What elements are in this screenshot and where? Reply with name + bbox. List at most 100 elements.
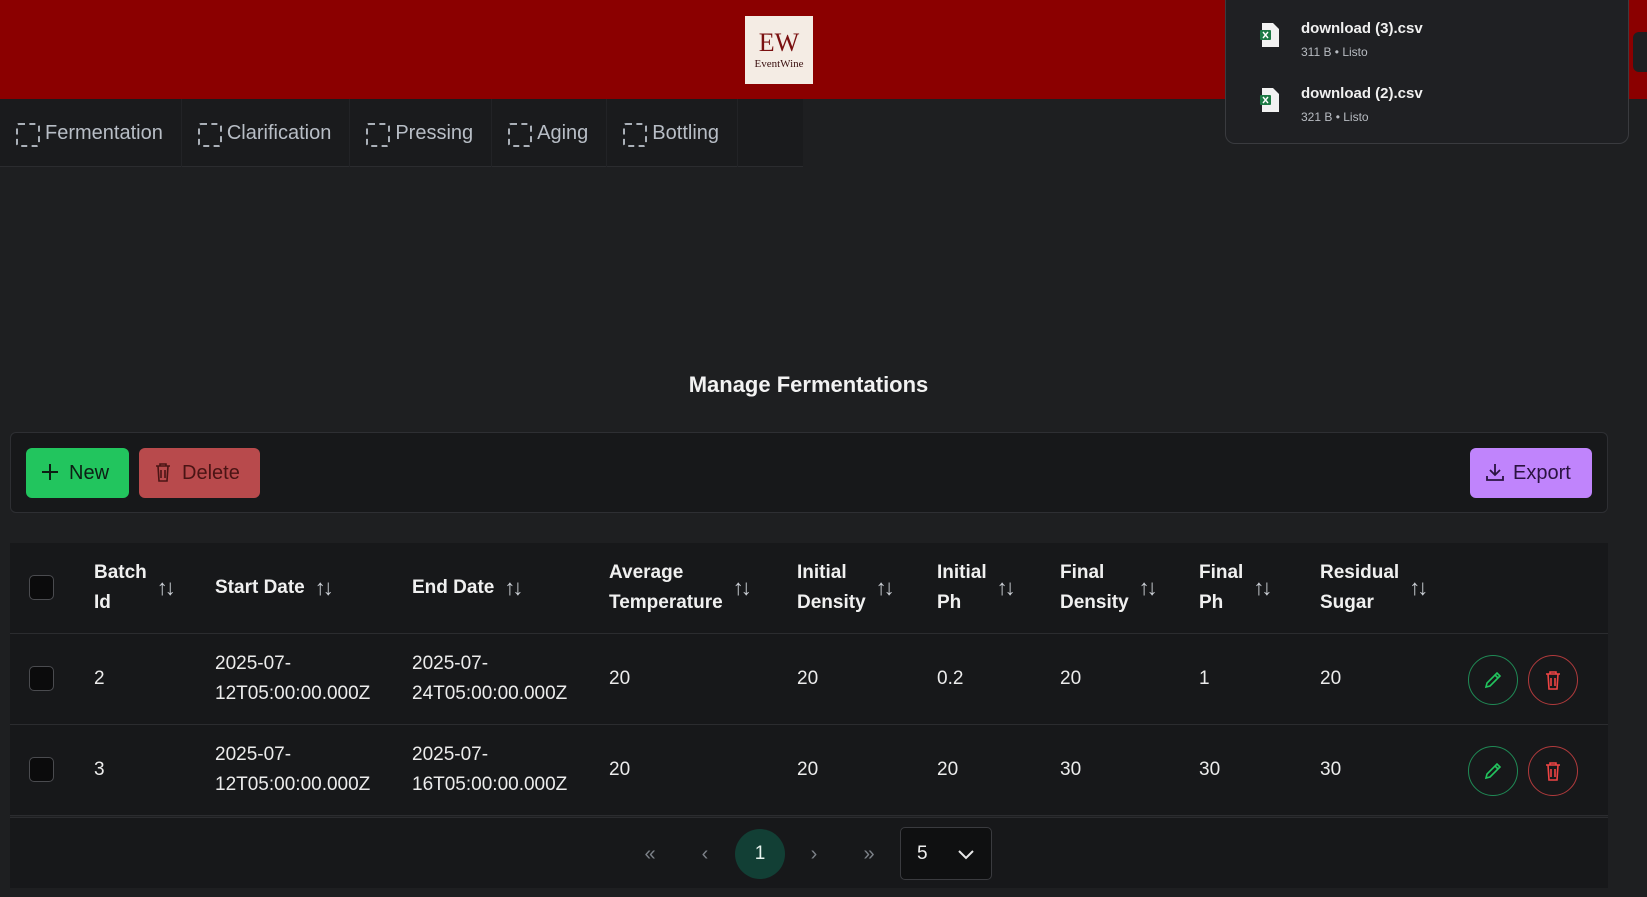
header-label-line: Final (1060, 562, 1105, 583)
cell-line: 24T05:00:00.000Z (412, 683, 568, 704)
select-all-checkbox[interactable] (29, 575, 54, 600)
header-label-line: Final (1199, 562, 1244, 583)
tab-label: Clarification (226, 121, 332, 144)
first-page-button[interactable]: « (625, 829, 675, 879)
cell-final-ph: 30 (1199, 759, 1221, 780)
pagination: « ‹ 1 › » 5 (10, 817, 1608, 888)
edit-row-button[interactable] (1468, 746, 1518, 796)
cell-line: 2025-07- (215, 653, 292, 674)
tab-clarification[interactable]: Clarification (182, 99, 351, 167)
tab-fermentation[interactable]: Fermentation (0, 99, 182, 167)
delete-row-button[interactable] (1528, 746, 1578, 796)
cell-average-temperature: 20 (609, 759, 631, 780)
tab-label: Bottling (652, 121, 720, 144)
header-label-line: Initial (937, 562, 987, 583)
sort-icon[interactable]: ↑↓ (876, 573, 895, 603)
row-checkbox[interactable] (29, 757, 54, 782)
cell-final-ph: 1 (1199, 668, 1210, 689)
cell-residual-sugar: 20 (1320, 668, 1342, 689)
logo-text: EventWine (754, 58, 804, 70)
table-row: 3 2025-07- 12T05:00:00.000Z 2025-07- 16T05… (10, 725, 1608, 816)
process-tabs: Fermentation Clarification Pressing Agin… (0, 99, 803, 167)
cell-start-date: 2025-07- 12T05:00:00.000Z (215, 725, 370, 815)
current-page-button[interactable]: 1 (735, 829, 785, 879)
pencil-icon (1484, 762, 1502, 780)
plus-icon (40, 462, 60, 485)
tab-bottling[interactable]: Bottling (607, 99, 739, 167)
sort-icon[interactable]: ↑↓ (1139, 573, 1158, 603)
last-page-button[interactable]: » (844, 829, 894, 879)
delete-row-button[interactable] (1528, 655, 1578, 705)
edit-row-button[interactable] (1468, 655, 1518, 705)
download-filename: download (2).csv (1301, 85, 1423, 102)
header-right-control[interactable] (1633, 32, 1647, 72)
tab-pressing[interactable]: Pressing (350, 99, 493, 167)
download-item[interactable]: download (3).csv 311 B • Listo (1226, 6, 1628, 71)
header-label-line: Temperature (609, 592, 723, 613)
header-label-line: Density (797, 592, 866, 613)
tab-aging[interactable]: Aging (492, 99, 608, 167)
page-title: Manage Fermentations (688, 372, 929, 397)
column-header-initial-ph[interactable]: Initial Ph ↑↓ (937, 543, 1016, 633)
column-header-final-density[interactable]: Final Density ↑↓ (1060, 543, 1158, 633)
rows-per-page-value: 5 (917, 842, 928, 864)
delete-button[interactable]: Delete (139, 448, 260, 498)
download-meta: 321 B • Listo (1301, 110, 1369, 124)
header-label-line: Sugar (1320, 592, 1374, 613)
frame-icon (15, 122, 40, 147)
download-filename: download (3).csv (1301, 20, 1423, 37)
frame-icon (365, 122, 391, 147)
cell-initial-ph: 0.2 (937, 668, 964, 689)
previous-page-button[interactable]: ‹ (680, 829, 730, 879)
sort-icon[interactable]: ↑↓ (733, 573, 752, 603)
frame-icon (507, 122, 533, 147)
header-label-line: Residual (1320, 562, 1400, 583)
delete-button-label: Delete (182, 461, 240, 484)
download-item[interactable]: download (2).csv 321 B • Listo (1226, 71, 1628, 136)
tab-label: Fermentation (45, 121, 163, 144)
sort-icon[interactable]: ↑↓ (315, 573, 334, 603)
export-button[interactable]: Export (1470, 448, 1592, 498)
column-header-final-ph[interactable]: Final Ph ↑↓ (1199, 543, 1272, 633)
header-label-line: Average (609, 562, 684, 583)
sort-icon[interactable]: ↑↓ (157, 573, 176, 603)
header-label-line: Ph (1199, 592, 1224, 613)
column-header-residual-sugar[interactable]: Residual Sugar ↑↓ (1320, 543, 1428, 633)
cell-initial-density: 20 (797, 759, 819, 780)
row-checkbox[interactable] (29, 666, 54, 691)
new-button[interactable]: New (26, 448, 129, 498)
column-header-batch-id[interactable]: Batch Id ↑↓ (94, 543, 176, 633)
cell-line: 2025-07- (412, 744, 489, 765)
sort-icon[interactable]: ↑↓ (1409, 573, 1428, 603)
sort-icon[interactable]: ↑↓ (997, 573, 1016, 603)
cell-line: 2025-07- (412, 653, 489, 674)
download-icon (1484, 461, 1504, 486)
column-header-initial-density[interactable]: Initial Density ↑↓ (797, 543, 895, 633)
sort-icon[interactable]: ↑↓ (504, 573, 523, 603)
eventwine-logo[interactable]: EW EventWine (745, 16, 813, 84)
tab-label: Aging (537, 121, 589, 144)
next-page-button[interactable]: › (789, 829, 839, 879)
cell-line: 2025-07- (215, 744, 292, 765)
excel-file-icon (1260, 23, 1279, 47)
header-label-line: Batch (94, 562, 147, 583)
cell-end-date: 2025-07- 16T05:00:00.000Z (412, 725, 567, 815)
cell-end-date: 2025-07- 24T05:00:00.000Z (412, 634, 567, 724)
toolbar: New Delete Export (10, 432, 1608, 513)
new-button-label: New (69, 461, 110, 484)
tab-label: Pressing (395, 121, 474, 144)
cell-final-density: 20 (1060, 668, 1082, 689)
table-row: 2 2025-07- 12T05:00:00.000Z 2025-07- 24T05… (10, 634, 1608, 725)
cell-final-density: 30 (1060, 759, 1082, 780)
header-label-line: Ph (937, 592, 962, 613)
rows-per-page-select[interactable]: 5 (900, 827, 992, 880)
column-header-start-date[interactable]: Start Date ↑↓ (215, 543, 334, 633)
excel-file-icon (1260, 88, 1279, 112)
cell-average-temperature: 20 (609, 668, 631, 689)
column-header-average-temperature[interactable]: Average Temperature ↑↓ (609, 543, 752, 633)
download-meta: 311 B • Listo (1301, 45, 1368, 59)
sort-icon[interactable]: ↑↓ (1253, 573, 1272, 603)
downloads-panel: download (3).csv 311 B • Listo download … (1225, 0, 1629, 144)
column-header-end-date[interactable]: End Date ↑↓ (412, 543, 523, 633)
header-label-line: Id (94, 592, 111, 613)
